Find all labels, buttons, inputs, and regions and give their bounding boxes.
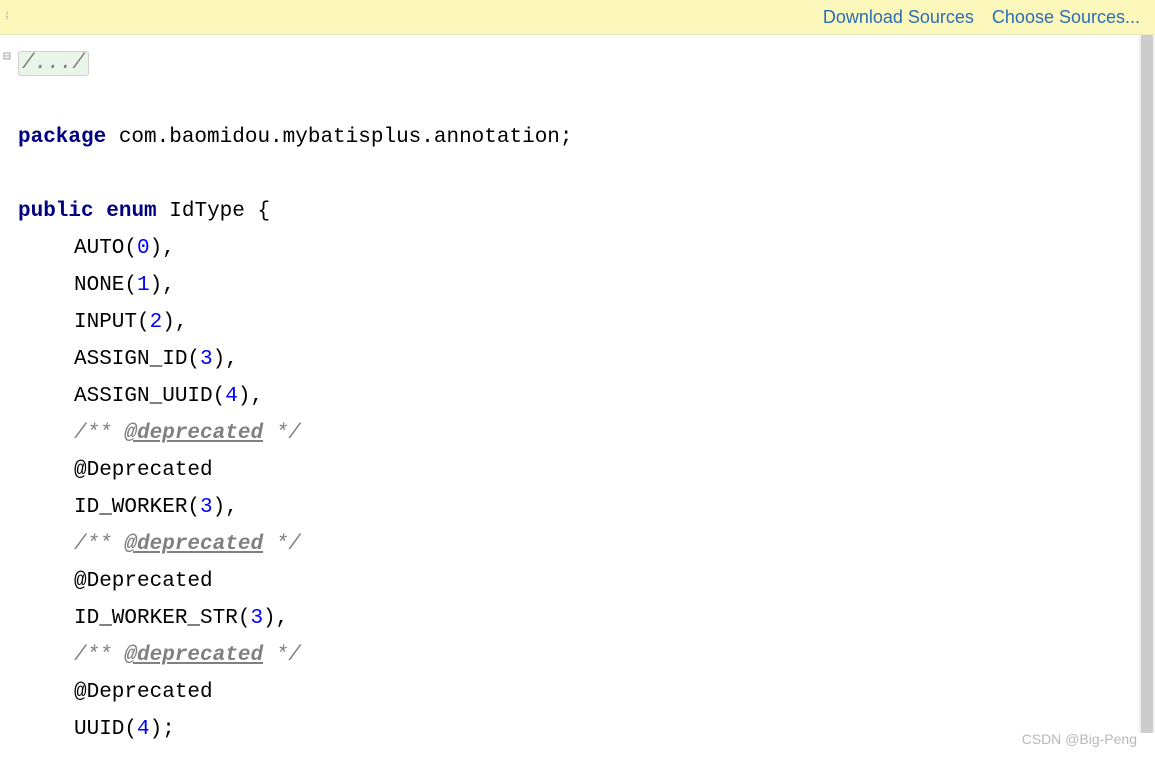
- deprecated-annotation-1: @Deprecated: [74, 459, 213, 482]
- folded-comment[interactable]: /.../: [18, 51, 89, 76]
- close-comma: ),: [162, 311, 187, 334]
- keyword-public: public: [18, 200, 94, 223]
- deprecated-tag-1: @deprecated: [124, 422, 263, 445]
- doc-comment-close-1: */: [263, 422, 301, 445]
- choose-sources-link[interactable]: Choose Sources...: [992, 7, 1140, 28]
- keyword-package: package: [18, 126, 106, 149]
- doc-comment-close-2: */: [263, 533, 301, 556]
- scrollbar-thumb[interactable]: [1141, 35, 1153, 733]
- enum-assign-uuid: ASSIGN_UUID(: [74, 385, 225, 408]
- code-editor[interactable]: ⊟ /.../ package com.baomidou.mybatisplus…: [0, 35, 1155, 757]
- deprecated-annotation-3: @Deprecated: [74, 681, 213, 704]
- close-comma: ),: [213, 496, 238, 519]
- watermark: CSDN @Big-Peng: [1022, 731, 1137, 747]
- notification-banner: ⁞ Download Sources Choose Sources...: [0, 0, 1155, 35]
- literal-3b: 3: [200, 496, 213, 519]
- deprecated-tag-3: @deprecated: [124, 644, 263, 667]
- deprecated-annotation-2: @Deprecated: [74, 570, 213, 593]
- deprecated-tag-2: @deprecated: [124, 533, 263, 556]
- literal-0: 0: [137, 237, 150, 260]
- literal-2: 2: [150, 311, 163, 334]
- literal-4b: 4: [137, 718, 150, 741]
- literal-1: 1: [137, 274, 150, 297]
- close-comma: ),: [213, 348, 238, 371]
- banner-icon: ⁞: [4, 12, 10, 23]
- literal-3: 3: [200, 348, 213, 371]
- close-comma: ),: [150, 274, 175, 297]
- close-comma: ),: [150, 237, 175, 260]
- enum-input: INPUT(: [74, 311, 150, 334]
- package-name: com.baomidou.mybatisplus.annotation;: [106, 126, 572, 149]
- enum-id-worker-str: ID_WORKER_STR(: [74, 607, 250, 630]
- enum-auto: AUTO(: [74, 237, 137, 260]
- gutter: ⊟: [0, 35, 16, 757]
- close-comma: ),: [238, 385, 263, 408]
- doc-comment-open-1: /**: [74, 422, 124, 445]
- enum-id-worker: ID_WORKER(: [74, 496, 200, 519]
- doc-comment-open-3: /**: [74, 644, 124, 667]
- doc-comment-open-2: /**: [74, 533, 124, 556]
- enum-assign-id: ASSIGN_ID(: [74, 348, 200, 371]
- close-semi: );: [150, 718, 175, 741]
- close-comma: ),: [263, 607, 288, 630]
- download-sources-link[interactable]: Download Sources: [823, 7, 974, 28]
- fold-marker-icon[interactable]: ⊟: [3, 49, 13, 59]
- enum-none: NONE(: [74, 274, 137, 297]
- doc-comment-close-3: */: [263, 644, 301, 667]
- class-name: IdType {: [157, 200, 270, 223]
- code-content[interactable]: /.../ package com.baomidou.mybatisplus.a…: [16, 35, 1155, 757]
- enum-uuid: UUID(: [74, 718, 137, 741]
- literal-3c: 3: [250, 607, 263, 630]
- literal-4: 4: [225, 385, 238, 408]
- keyword-enum: enum: [106, 200, 156, 223]
- scrollbar[interactable]: [1139, 35, 1155, 733]
